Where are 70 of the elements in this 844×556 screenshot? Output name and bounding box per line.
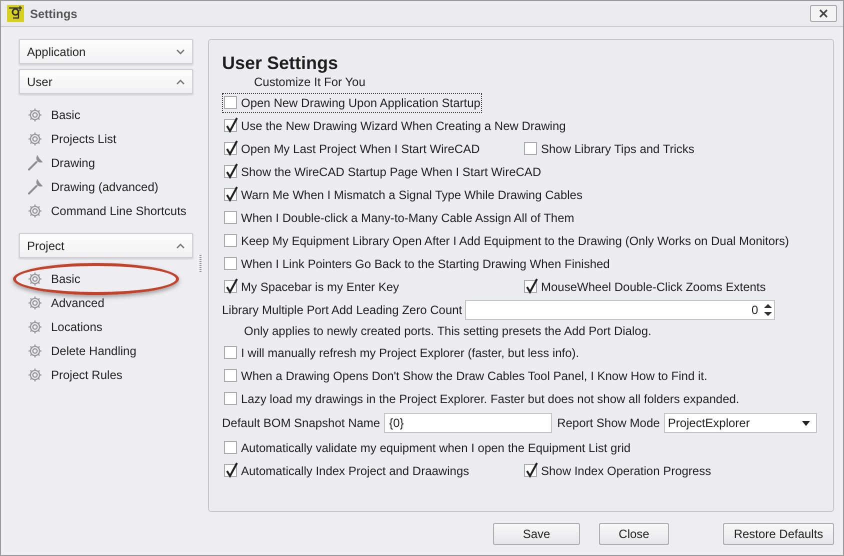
checkbox[interactable]: When I Double-click a Many-to-Many Cable Assign All of Them <box>222 208 576 228</box>
checkbox[interactable]: Open My Last Project When I Start WireCAD <box>222 138 482 158</box>
dropdown[interactable]: ProjectExplorer <box>664 413 817 433</box>
input-field[interactable]: {0} <box>384 413 552 433</box>
panel-title: User Settings <box>222 52 340 74</box>
checkbox[interactable]: Warn Me When I Mismatch a Signal Type While Drawing Cables <box>222 184 584 204</box>
panel-subtitle: Customize It For You <box>254 74 366 91</box>
sidebar-item[interactable]: Drawing (advanced) <box>19 175 193 199</box>
spin-arrows-icon[interactable] <box>764 302 772 316</box>
checkmark-icon <box>225 462 239 478</box>
help-text: Only applies to newly created ports. This setting presets the Add Port Dialog. <box>243 323 652 340</box>
sidebar-item[interactable]: Delete Handling <box>19 339 193 363</box>
checkbox[interactable]: My Spacebar is my Enter Key <box>222 276 402 296</box>
dialog-button[interactable]: Close <box>599 522 669 544</box>
checkmark-icon <box>225 186 239 202</box>
checkbox[interactable]: I will manually refresh my Project Explorer (faster, but less info). <box>222 342 582 362</box>
gear-icon <box>27 131 43 147</box>
wrench-icon <box>27 155 43 171</box>
checkmark-icon <box>525 278 539 294</box>
checkbox[interactable]: Open New Drawing Upon Application Startup <box>222 92 482 112</box>
window-title: Settings <box>30 6 78 22</box>
field-label: Library Multiple Port Add Leading Zero Count <box>222 302 462 318</box>
checkbox[interactable]: Automatically Index Project and Draawings <box>222 460 472 480</box>
checkbox[interactable]: MouseWheel Double-Click Zooms Extents <box>522 276 768 296</box>
chevron-up-icon <box>176 242 185 248</box>
gear-icon <box>27 319 43 335</box>
checkmark-icon <box>225 140 239 156</box>
logo-icon <box>7 5 24 22</box>
checkbox[interactable]: When I Link Pointers Go Back to the Starting Drawing When Finished <box>222 254 612 274</box>
wrench-icon <box>27 179 43 195</box>
gear-icon <box>27 367 43 383</box>
checkbox[interactable]: When a Drawing Opens Don't Show the Draw Cables Tool Panel, I Know How to Find it. <box>222 366 710 386</box>
chevron-up-icon <box>176 78 185 84</box>
group-header[interactable]: Application <box>19 39 193 64</box>
checkbox[interactable]: Show Library Tips and Tricks <box>522 138 696 158</box>
sidebar-item[interactable]: Locations <box>19 315 193 339</box>
dialog-button[interactable]: Save <box>493 522 580 544</box>
checkbox[interactable]: Keep My Equipment Library Open After I Add Equipment to the Drawing (Only Works on Dual Monitors) <box>222 230 792 250</box>
gear-icon <box>27 295 43 311</box>
checkbox[interactable]: Lazy load my drawings in the Project Explorer. Faster but does not show all folders expanded. <box>222 388 742 408</box>
number-spinner[interactable]: 0 <box>465 300 776 320</box>
sidebar-item[interactable]: Basic <box>19 267 193 291</box>
checkmark-icon <box>525 462 539 478</box>
sidebar-item[interactable]: Command Line Shortcuts <box>19 199 193 223</box>
gear-icon <box>27 203 43 219</box>
gear-icon <box>27 343 43 359</box>
dialog-button[interactable]: Restore Defaults <box>723 522 834 544</box>
checkbox[interactable]: Show Index Operation Progress <box>522 460 714 480</box>
checkbox[interactable]: Automatically validate my equipment when I open the Equipment List grid <box>222 438 633 458</box>
gear-icon <box>27 107 43 123</box>
checkbox[interactable]: Show the WireCAD Startup Page When I Start WireCAD <box>222 162 544 182</box>
checkbox[interactable]: Use the New Drawing Wizard When Creating a New Drawing <box>222 116 568 136</box>
close-button[interactable] <box>810 5 837 22</box>
sidebar-item[interactable]: Projects List <box>19 127 193 151</box>
checkmark-icon <box>225 278 239 294</box>
sidebar-item[interactable]: Project Rules <box>19 363 193 387</box>
field-label: Report Show Mode <box>557 415 660 432</box>
sidebar-item[interactable]: Basic <box>19 103 193 127</box>
gear-icon <box>27 271 43 287</box>
checkmark-icon <box>225 117 239 133</box>
dropdown-arrow-icon <box>802 420 810 426</box>
sidebar-item[interactable]: Advanced <box>19 291 193 315</box>
sidebar-item[interactable]: Drawing <box>19 151 193 175</box>
checkmark-icon <box>225 163 239 179</box>
chevron-down-icon <box>176 48 185 54</box>
group-header[interactable]: User <box>19 69 193 94</box>
field-label: Default BOM Snapshot Name <box>222 415 380 432</box>
close-icon <box>819 9 828 18</box>
group-header[interactable]: Project <box>19 233 193 258</box>
splitter-grip-icon[interactable] <box>199 255 202 273</box>
